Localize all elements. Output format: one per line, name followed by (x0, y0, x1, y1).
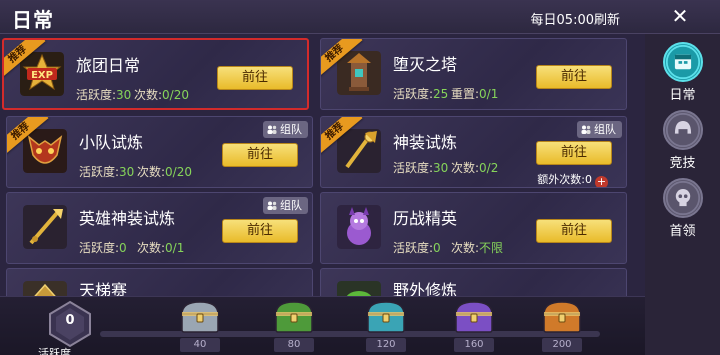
go-button[interactable]: 前往 (536, 219, 612, 243)
activity-points-label: 活跃度 (38, 347, 71, 355)
tab-daily[interactable]: 日常 (655, 42, 710, 103)
chest-threshold: 120 (366, 338, 406, 352)
tab-boss[interactable]: 首领 (655, 178, 710, 239)
activity-count: 次数:0/20 (134, 88, 189, 102)
chest-icon[interactable] (178, 298, 222, 336)
activity-name: 历战精英 (393, 209, 458, 228)
tab-label: 日常 (669, 88, 696, 103)
top-bar: 日常 每日05:00刷新 ✕ (0, 0, 720, 34)
chest-threshold: 160 (454, 338, 494, 352)
activity-count: 次数:0/1 (137, 241, 185, 255)
tab-label: 竞技 (669, 156, 696, 171)
svg-text:EXP: EXP (31, 70, 53, 81)
activity-points: 活跃度:30 (393, 161, 449, 175)
tab-arena[interactable]: 竞技 (655, 110, 710, 171)
go-button[interactable]: 前往 (217, 66, 293, 90)
activity-card-fallen-tower[interactable]: 推荐 堕灭之塔 活跃度:25 重置:0/1 前往 (320, 38, 627, 110)
activity-name: 英雄神装试炼 (79, 209, 176, 228)
activity-points-value: 0 (65, 313, 75, 328)
activity-count: 次数:不限 (451, 241, 504, 255)
boss-skull-icon (662, 178, 703, 218)
activity-name: 小队试炼 (79, 133, 144, 152)
chest-icon[interactable] (364, 298, 408, 336)
activity-count: 次数:0/2 (451, 161, 499, 175)
extra-count: 额外次数:0 + (537, 173, 608, 188)
team-icon (581, 125, 591, 134)
activity-name: 堕灭之塔 (393, 55, 458, 74)
team-icon (267, 201, 277, 210)
purple-imp-icon (337, 205, 381, 249)
activity-points: 活跃度:25 (393, 87, 449, 101)
team-badge: 组队 (577, 121, 622, 138)
go-button[interactable]: 前往 (222, 143, 298, 167)
activity-card-divine-gear-trial[interactable]: 推荐 组队 神装试炼 活跃度:30 次数:0/2 前往 额外次数:0 + (320, 116, 627, 188)
demon-mask-icon (23, 129, 67, 173)
activity-card-ladder[interactable]: 天梯赛 (6, 268, 313, 296)
close-icon[interactable]: ✕ (668, 4, 692, 28)
activity-name: 神装试炼 (393, 133, 458, 152)
golden-spear-icon (23, 205, 67, 249)
activity-grid: 推荐 EXP 旅团日常 活跃度:30 次数:0/20 前往 推荐 堕灭之塔 活跃… (0, 34, 645, 296)
activity-points: 活跃度:0 (79, 241, 127, 255)
chest-icon[interactable] (540, 298, 584, 336)
tab-label: 首领 (669, 224, 696, 239)
team-badge: 组队 (263, 197, 308, 214)
activity-name: 天梯赛 (79, 281, 128, 296)
chest-threshold: 80 (274, 338, 314, 352)
golden-staff-icon (337, 129, 381, 173)
activity-count: 次数:0/20 (137, 165, 192, 179)
activity-card-wild-training[interactable]: 野外修炼 (320, 268, 627, 296)
activity-points: 活跃度:30 (79, 165, 135, 179)
chest-icon[interactable] (272, 298, 316, 336)
team-icon (267, 125, 277, 134)
team-badge: 组队 (263, 121, 308, 138)
activity-card-squad-trial[interactable]: 推荐 组队 小队试炼 活跃度:30 次数:0/20 前往 (6, 116, 313, 188)
activity-points: 活跃度:0 (393, 241, 441, 255)
daily-calendar-icon (662, 42, 703, 82)
tower-icon (337, 51, 381, 95)
chest-threshold: 40 (180, 338, 220, 352)
activity-card-guild-daily[interactable]: 推荐 EXP 旅团日常 活跃度:30 次数:0/20 前往 (2, 38, 309, 110)
refresh-time-text: 每日05:00刷新 (530, 13, 620, 28)
arena-helmet-icon (662, 110, 703, 150)
activity-name: 野外修炼 (393, 281, 458, 296)
activity-progress-bar (100, 331, 600, 337)
reset-count: 重置:0/1 (451, 87, 499, 101)
chest-icon[interactable] (452, 298, 496, 336)
green-creature-icon (337, 281, 381, 296)
go-button[interactable]: 前往 (222, 219, 298, 243)
category-sidebar: 日常 竞技 首领 (645, 34, 720, 355)
exp-star-icon: EXP (20, 52, 64, 96)
go-button[interactable]: 前往 (536, 141, 612, 165)
chest-threshold: 200 (542, 338, 582, 352)
activity-card-hero-gear-trial[interactable]: 组队 英雄神装试炼 活跃度:0 次数:0/1 前往 (6, 192, 313, 264)
go-button[interactable]: 前往 (536, 65, 612, 89)
page-title: 日常 (12, 8, 54, 32)
add-extra-icon[interactable]: + (595, 176, 608, 187)
activity-points: 活跃度:30 (76, 88, 132, 102)
ladder-icon (23, 281, 67, 296)
activity-name: 旅团日常 (76, 56, 141, 75)
activity-card-veteran-elite[interactable]: 历战精英 活跃度:0 次数:不限 前往 (320, 192, 627, 264)
